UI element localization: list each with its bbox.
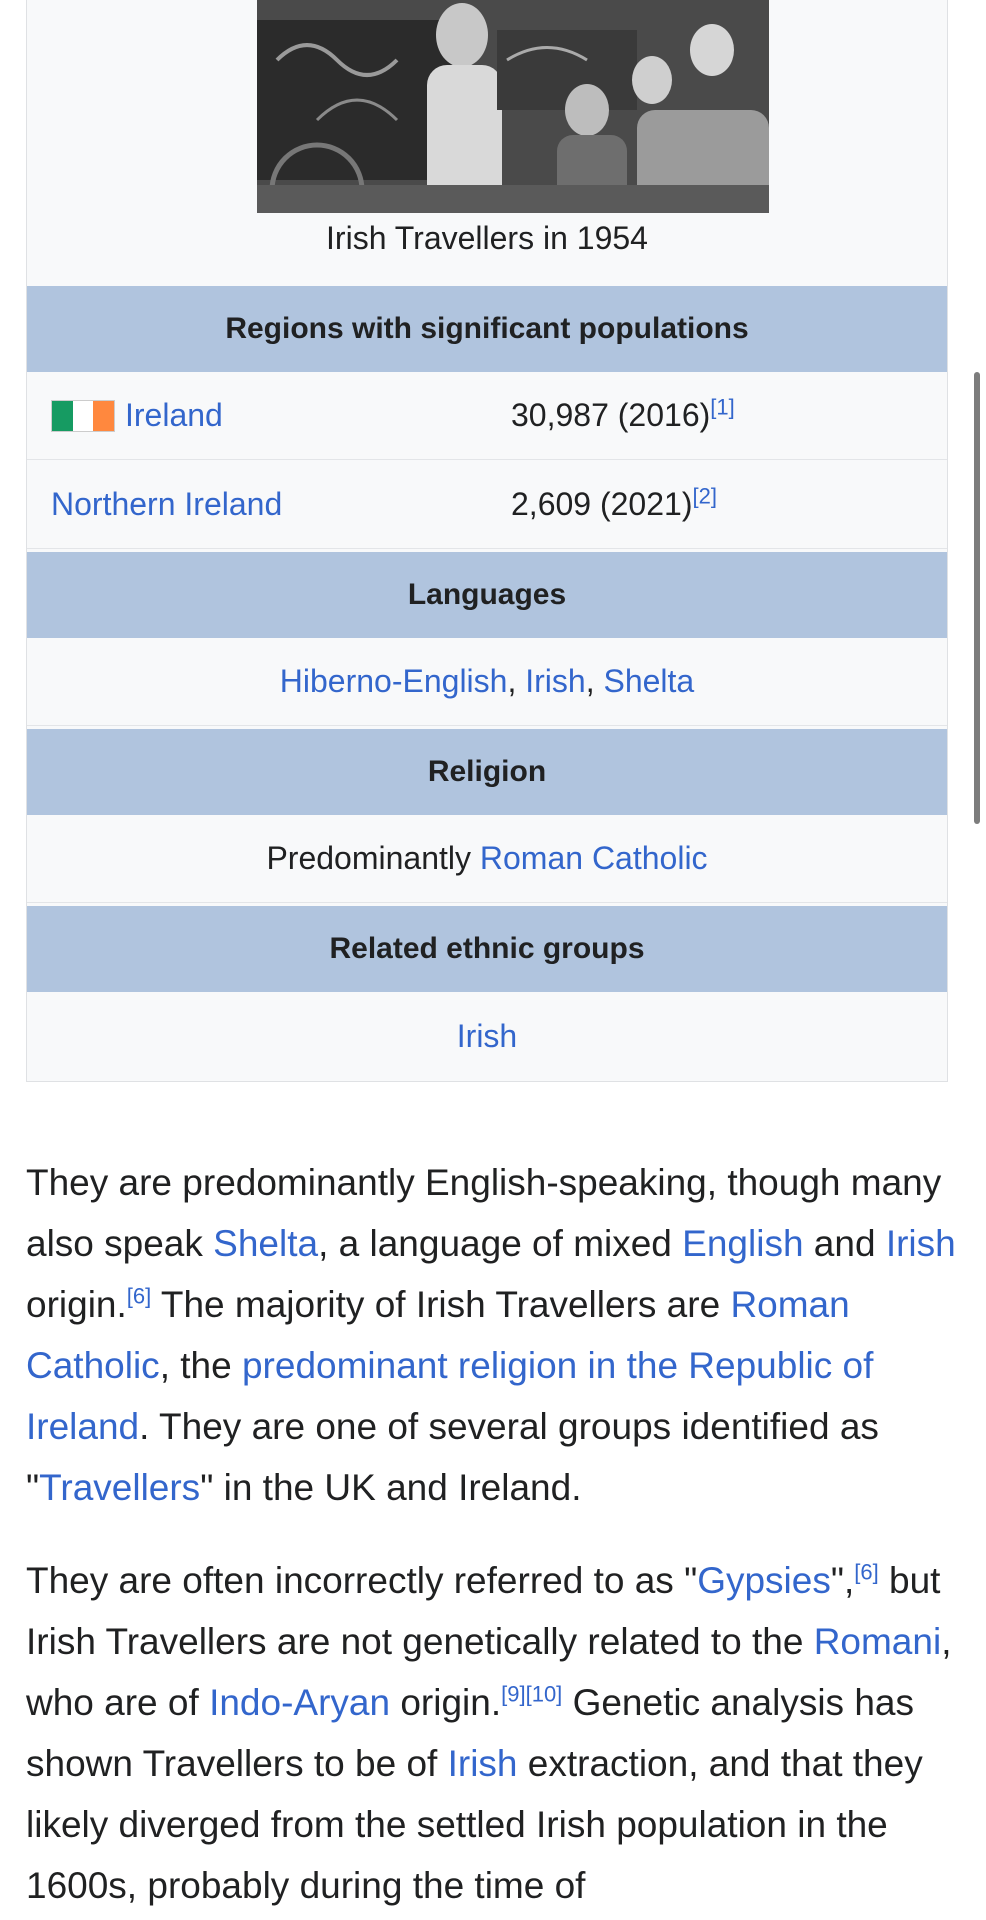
ireland-flag-icon[interactable] <box>51 399 115 432</box>
travellers-photo-image <box>257 0 769 213</box>
citation-link[interactable]: [9] <box>501 1682 525 1707</box>
region-link-ireland[interactable]: Ireland <box>125 397 223 434</box>
flag-stripe-orange <box>93 400 115 431</box>
language-separator: , <box>507 663 526 699</box>
region-row-northern-ireland: Northern Ireland 2,609 (2021)[2] <box>27 461 947 549</box>
languages-header: Languages <box>27 552 947 638</box>
language-separator: , <box>585 663 604 699</box>
infobox-photo[interactable] <box>257 0 769 213</box>
infobox-caption: Irish Travellers in 1954 <box>326 220 648 256</box>
body-text: and <box>803 1223 886 1264</box>
body-text: origin. <box>26 1284 127 1325</box>
citation: [6] <box>127 1284 151 1309</box>
region-population: 2,609 (2021) <box>511 486 693 522</box>
related-groups-row: Irish <box>27 992 947 1080</box>
paragraph-2: They are often incorrectly referred to a… <box>26 1550 956 1916</box>
region-link-northern-ireland[interactable]: Northern Ireland <box>51 486 282 523</box>
article-link[interactable]: Travellers <box>39 1467 200 1508</box>
languages-row: Hiberno-English, Irish, Shelta <box>27 638 947 726</box>
article-link[interactable]: Gypsies <box>697 1560 831 1601</box>
flag-stripe-white <box>72 400 94 431</box>
religion-row: Predominantly Roman Catholic <box>27 815 947 903</box>
article-link[interactable]: English <box>682 1223 803 1264</box>
body-text: , a language of mixed <box>318 1223 683 1264</box>
article-link[interactable]: Indo-Aryan <box>209 1682 390 1723</box>
region-population: 30,987 (2016) <box>511 397 711 433</box>
language-link-hiberno-english[interactable]: Hiberno-English <box>280 663 508 699</box>
related-link-irish[interactable]: Irish <box>457 1018 517 1055</box>
body-text: They are often incorrectly referred to a… <box>26 1560 698 1601</box>
citation-link[interactable]: [6] <box>854 1560 878 1585</box>
regions-header: Regions with significant populations <box>27 286 947 372</box>
article-link[interactable]: Irish <box>886 1223 956 1264</box>
article-link[interactable]: Irish <box>448 1743 518 1784</box>
religion-header: Religion <box>27 729 947 815</box>
related-groups-header: Related ethnic groups <box>27 906 947 992</box>
citation-link[interactable]: [2] <box>692 483 716 508</box>
citation: [9] <box>501 1682 525 1707</box>
citation-link[interactable]: [1] <box>710 394 734 419</box>
vertical-scrollbar[interactable] <box>974 372 980 824</box>
body-text: The majority of Irish Travellers are <box>151 1284 731 1325</box>
region-name-cell: Ireland <box>51 397 223 434</box>
article-link[interactable]: Romani <box>814 1621 942 1662</box>
citation-link[interactable]: [6] <box>127 1284 151 1309</box>
citation: [6] <box>854 1560 878 1585</box>
article-link[interactable]: Shelta <box>213 1223 318 1264</box>
citation-link[interactable]: [10] <box>526 1682 563 1707</box>
region-name-cell: Northern Ireland <box>51 486 282 523</box>
religion-prefix: Predominantly <box>266 840 480 876</box>
region-population-cell: 30,987 (2016)[1] <box>511 394 735 434</box>
body-text: " in the UK and Ireland. <box>200 1467 582 1508</box>
body-text: , the <box>159 1345 242 1386</box>
body-text: origin. <box>390 1682 502 1723</box>
citation: [10] <box>526 1682 563 1707</box>
infobox: Irish Travellers in 1954 Regions with si… <box>26 0 948 1082</box>
language-link-irish[interactable]: Irish <box>525 663 585 699</box>
region-population-cell: 2,609 (2021)[2] <box>511 483 717 523</box>
flag-stripe-green <box>52 400 73 431</box>
religion-link-roman-catholic[interactable]: Roman Catholic <box>480 840 708 876</box>
language-link-shelta[interactable]: Shelta <box>603 663 694 699</box>
body-text: ", <box>830 1560 855 1601</box>
paragraph-1: They are predominantly English-speaking,… <box>26 1152 956 1518</box>
region-row-ireland: Ireland 30,987 (2016)[1] <box>27 372 947 460</box>
